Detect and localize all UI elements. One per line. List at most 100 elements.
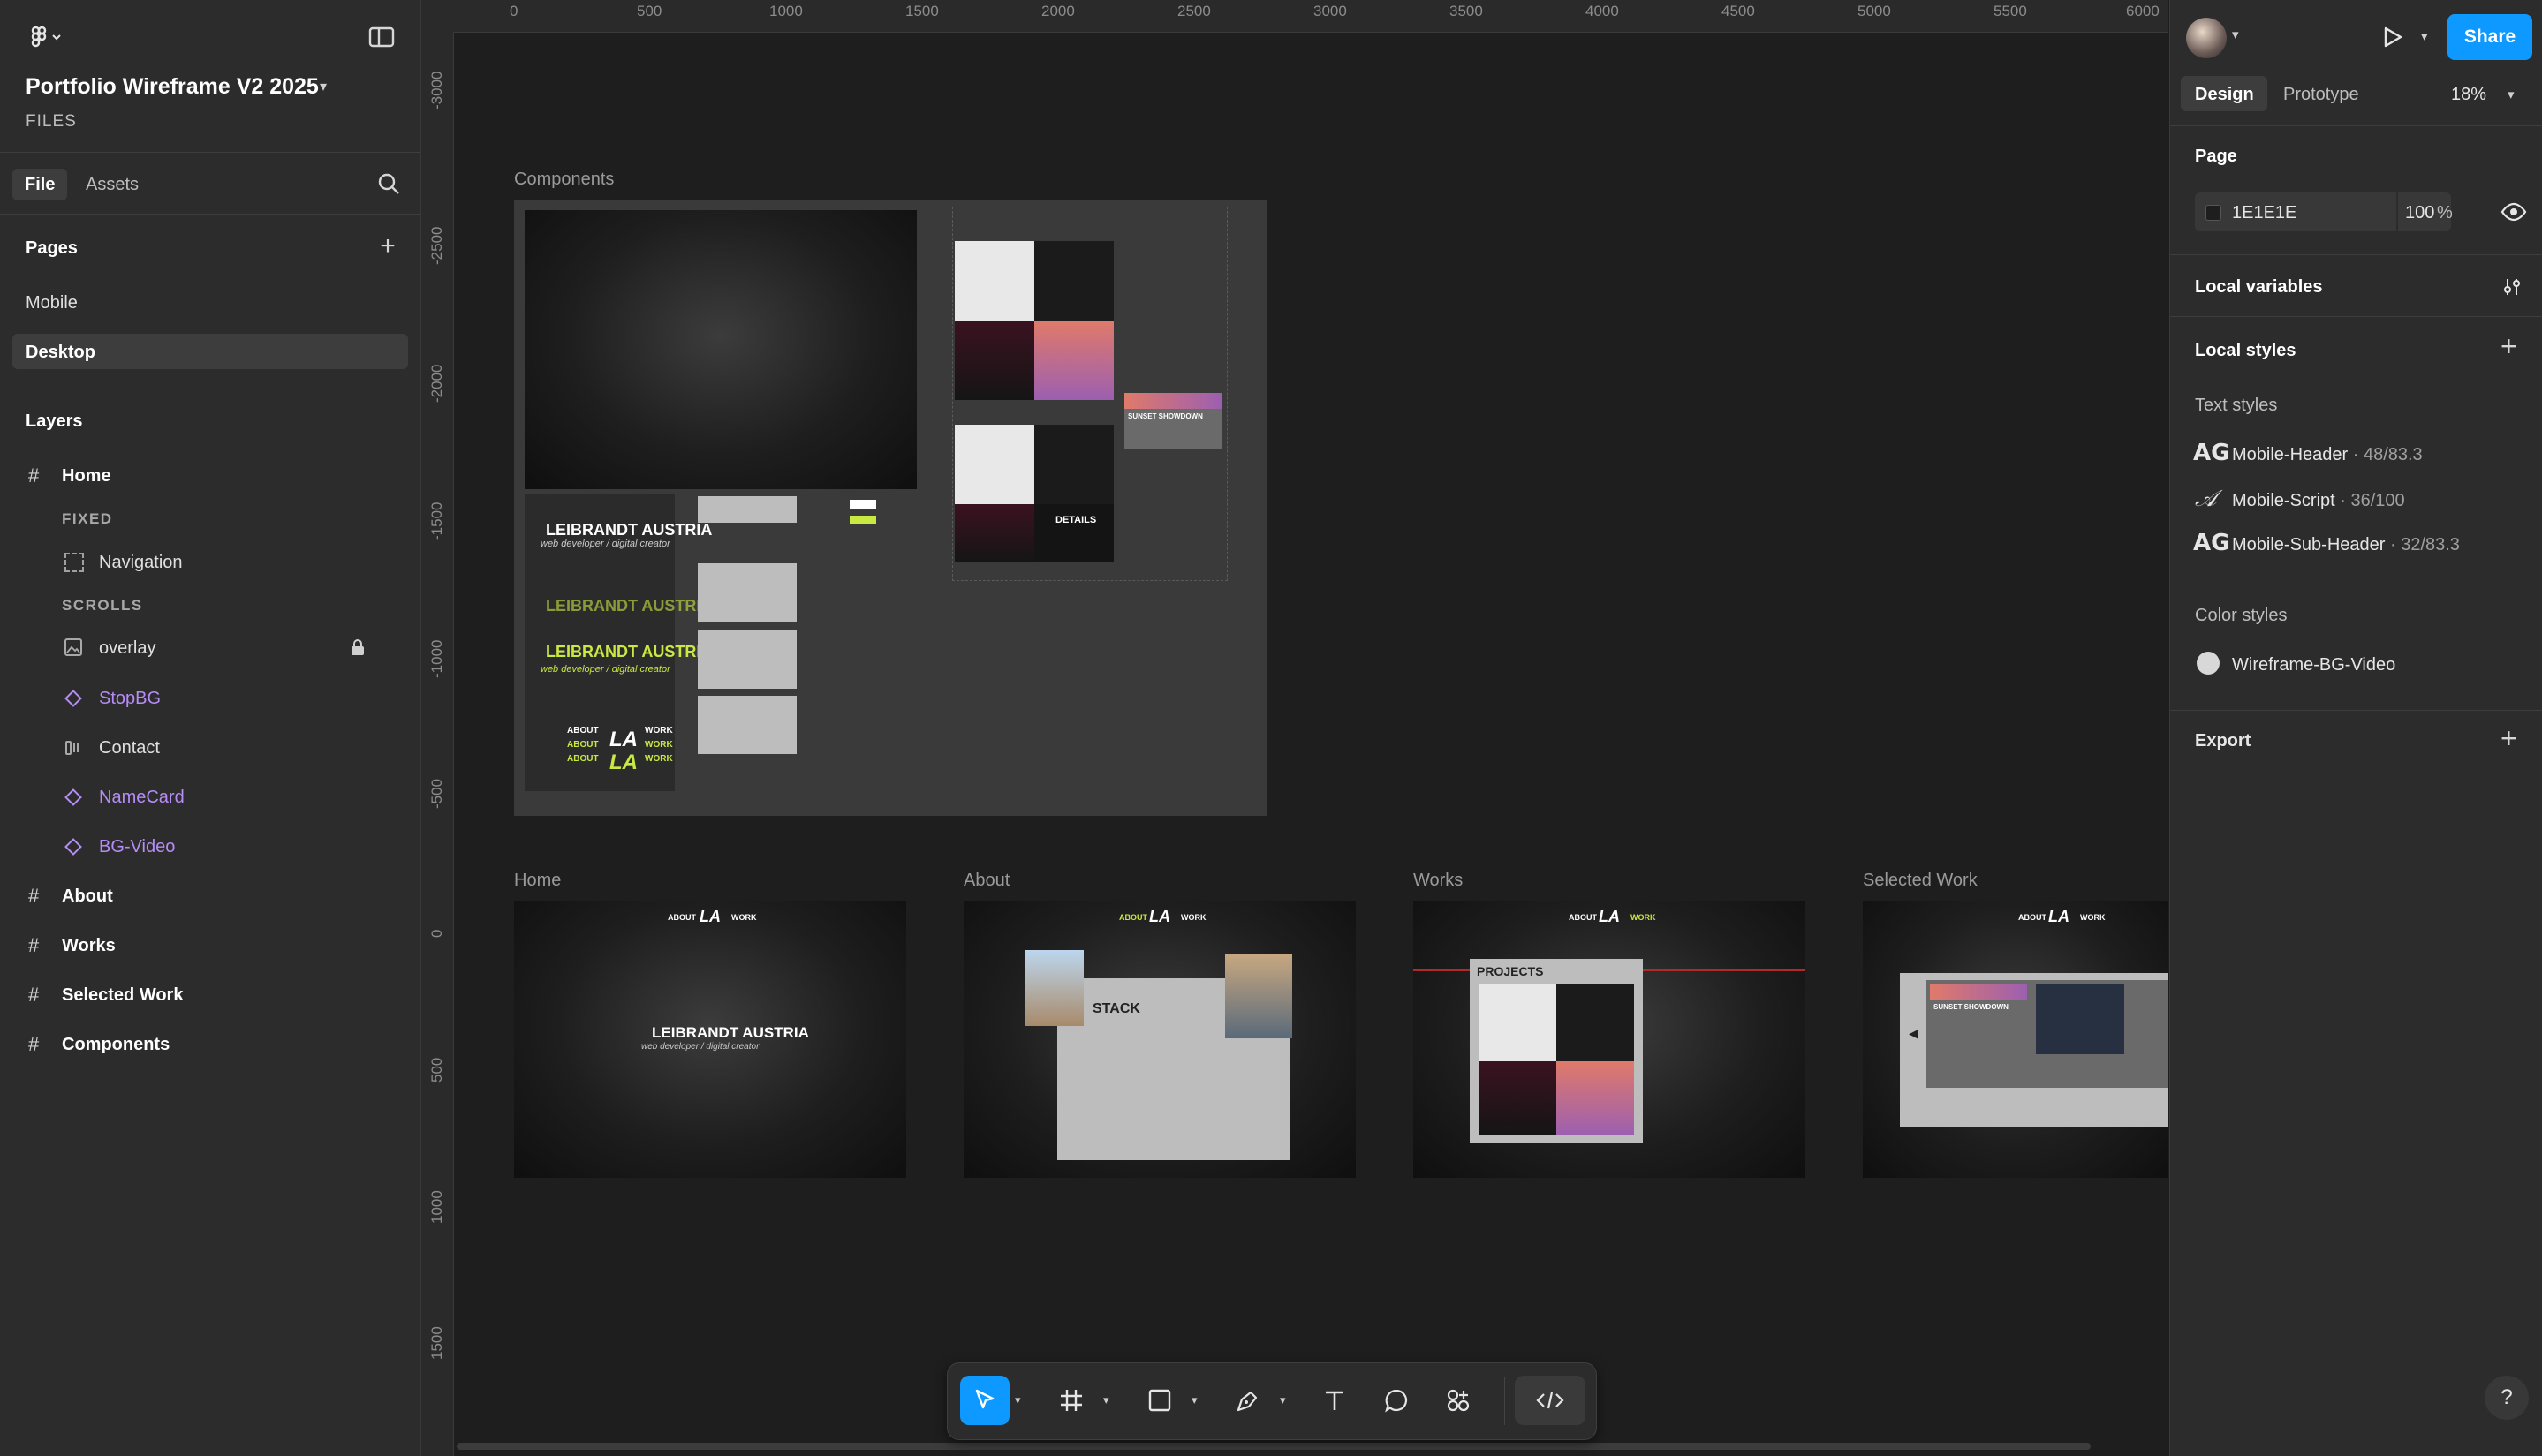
file-title[interactable]: Portfolio Wireframe V2 2025 — [26, 74, 319, 100]
layer-bgvideo[interactable]: BG-Video — [99, 837, 175, 857]
frame-icon: # — [28, 934, 40, 956]
add-export-icon[interactable]: + — [2500, 722, 2517, 755]
nav-work-variant-lime: WORK — [645, 740, 673, 750]
text-tool-button[interactable] — [1310, 1376, 1359, 1425]
layer-components[interactable]: Components — [62, 1035, 170, 1055]
layer-namecard[interactable]: NameCard — [99, 788, 185, 808]
selected-work-frame[interactable]: ABOUT LA WORK SUNSET SHOWDOWN ◀ — [1863, 901, 2168, 1178]
layer-overlay[interactable]: overlay — [99, 638, 155, 659]
chevron-down-icon[interactable]: ▾ — [1280, 1393, 1286, 1407]
text-style-item[interactable]: Mobile-Sub-Header · 32/83.3 — [2232, 535, 2460, 555]
projects-card: PROJECTS — [1470, 959, 1643, 1143]
frame-label-about[interactable]: About — [964, 871, 1010, 891]
move-tool-button[interactable] — [960, 1376, 1010, 1425]
page-item-mobile[interactable]: Mobile — [26, 293, 78, 313]
chevron-down-icon[interactable]: ▾ — [2232, 26, 2239, 42]
pen-tool-button[interactable] — [1223, 1376, 1273, 1425]
color-swatch[interactable] — [2205, 205, 2221, 221]
actions-tool-button[interactable] — [1434, 1376, 1483, 1425]
add-page-icon[interactable]: + — [374, 231, 401, 260]
tab-design[interactable]: Design — [2195, 85, 2254, 105]
project-thumb — [1034, 321, 1114, 400]
project-thumb — [1479, 1061, 1556, 1135]
layer-home[interactable]: Home — [62, 466, 111, 487]
color-style-item[interactable]: Wireframe-BG-Video — [2232, 655, 2395, 675]
nav-work-variant: WORK — [645, 726, 673, 736]
chevron-down-icon[interactable]: ▾ — [1192, 1393, 1198, 1407]
ruler-tick: 4000 — [1585, 3, 1619, 19]
stack-heading: STACK — [1093, 1001, 1140, 1016]
chevron-down-icon[interactable]: ▾ — [2421, 28, 2428, 44]
zoom-level[interactable]: 18% — [2451, 85, 2486, 105]
project-detail-inner: SUNSET SHOWDOWN — [1926, 980, 2168, 1088]
divider — [0, 214, 420, 215]
percent-sign: % — [2437, 203, 2453, 223]
chevron-down-icon[interactable]: ▾ — [1015, 1393, 1021, 1407]
layer-stopbg[interactable]: StopBG — [99, 689, 161, 709]
file-location[interactable]: FILES — [26, 112, 77, 132]
tab-assets[interactable]: Assets — [86, 175, 139, 195]
frame-label-selected-work[interactable]: Selected Work — [1863, 871, 1978, 891]
home-frame[interactable]: ABOUT LA WORK LEIBRANDT AUSTRIA web deve… — [514, 901, 906, 1178]
sidebar-toggle-icon[interactable] — [367, 25, 396, 49]
chevron-down-icon[interactable]: ▾ — [320, 78, 327, 95]
export-heading[interactable]: Export — [2195, 731, 2251, 751]
layer-navigation[interactable]: Navigation — [99, 553, 183, 573]
horizontal-scrollbar[interactable] — [457, 1443, 2091, 1450]
text-style-item[interactable]: Mobile-Header · 48/83.3 — [2232, 445, 2423, 465]
about-frame[interactable]: ABOUT LA WORK STACK — [964, 901, 1356, 1178]
project-thumb — [1034, 425, 1114, 504]
text-style-name: Mobile-Header — [2232, 445, 2349, 464]
text-style-name: Mobile-Script — [2232, 491, 2335, 510]
ruler-tick: 2500 — [1177, 3, 1211, 19]
shape-tool-button[interactable] — [1135, 1376, 1184, 1425]
chevron-down-icon[interactable]: ▾ — [2508, 87, 2515, 102]
dev-mode-toggle[interactable] — [1515, 1376, 1585, 1425]
page-color-field[interactable]: 1E1E1E 100 % — [2195, 192, 2453, 231]
share-button[interactable]: Share — [2447, 14, 2532, 60]
layer-contact[interactable]: Contact — [99, 738, 160, 758]
present-icon[interactable] — [2379, 23, 2407, 51]
namecard-title-lime-2: LEIBRANDT AUSTRIA — [546, 643, 713, 660]
ruler-tick: 5500 — [1994, 3, 2027, 19]
chevron-down-icon[interactable]: ▾ — [1103, 1393, 1109, 1407]
ruler-tick: 1500 — [905, 3, 939, 19]
nav-work: WORK — [2080, 913, 2106, 922]
button-variant — [850, 500, 876, 509]
local-variables[interactable]: Local variables — [2195, 277, 2323, 298]
text-style-item[interactable]: Mobile-Script · 36/100 — [2232, 491, 2405, 511]
add-style-icon[interactable]: + — [2500, 330, 2517, 363]
divider — [2170, 254, 2542, 255]
layer-works[interactable]: Works — [62, 936, 116, 956]
lock-icon[interactable] — [348, 637, 367, 657]
comment-tool-button[interactable] — [1372, 1376, 1421, 1425]
layer-about[interactable]: About — [62, 886, 113, 907]
canvas[interactable]: Components LEIBRANDT AUSTRIA web develop… — [421, 0, 2168, 1456]
page-item-desktop[interactable]: Desktop — [26, 343, 95, 363]
search-icon[interactable] — [374, 170, 403, 198]
variables-icon[interactable] — [2499, 274, 2525, 300]
project-thumb — [955, 321, 1034, 400]
project-card-banner — [1124, 393, 1222, 409]
avatar[interactable] — [2186, 18, 2227, 58]
component-instance-icon — [64, 689, 83, 708]
button-variant-lime — [850, 516, 876, 524]
ruler-tick: 4500 — [1721, 3, 1755, 19]
help-button[interactable]: ? — [2485, 1376, 2529, 1420]
tab-file[interactable]: File — [25, 175, 55, 195]
page-color-value[interactable]: 1E1E1E — [2232, 203, 2296, 223]
frame-label-components[interactable]: Components — [514, 170, 614, 190]
figma-menu-icon[interactable] — [25, 23, 67, 53]
frame-label-home[interactable]: Home — [514, 871, 561, 891]
tab-prototype[interactable]: Prototype — [2283, 85, 2359, 105]
layer-selected-work[interactable]: Selected Work — [62, 985, 183, 1006]
projects-heading: PROJECTS — [1477, 964, 1544, 978]
frame-tool-button[interactable] — [1047, 1376, 1096, 1425]
eye-icon[interactable] — [2499, 200, 2529, 224]
ruler-tick: -2000 — [428, 364, 445, 403]
works-frame[interactable]: ABOUT LA WORK PROJECTS — [1413, 901, 1805, 1178]
components-frame[interactable]: LEIBRANDT AUSTRIA web developer / digita… — [514, 200, 1267, 816]
frame-label-works[interactable]: Works — [1413, 871, 1463, 891]
left-panel: Portfolio Wireframe V2 2025 ▾ FILES File… — [0, 0, 421, 1456]
page-opacity-value[interactable]: 100 — [2405, 203, 2434, 223]
